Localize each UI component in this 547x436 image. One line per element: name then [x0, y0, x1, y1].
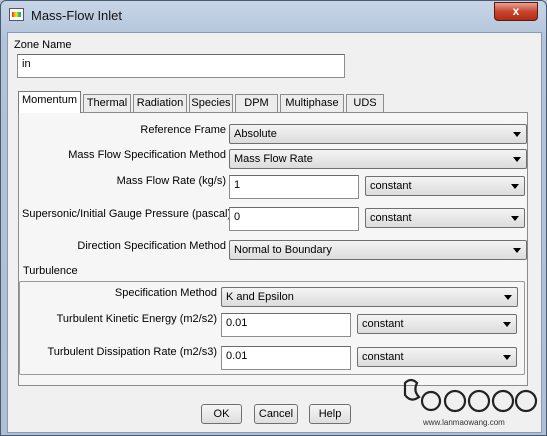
tab-uds[interactable]: UDS: [346, 94, 384, 112]
turbulence-spec-method-value: K and Epsilon: [226, 291, 294, 303]
mass-flow-spec-label: Mass Flow Specification Method: [68, 149, 226, 161]
chevron-down-icon: [503, 355, 511, 360]
reference-frame-value: Absolute: [234, 128, 277, 140]
dissipation-rate-input[interactable]: 0.01: [221, 346, 351, 370]
tab-radiation[interactable]: Radiation: [133, 94, 187, 112]
dissipation-rate-label: Turbulent Dissipation Rate (m2/s3): [47, 346, 217, 358]
reference-frame-label: Reference Frame: [140, 124, 226, 136]
tab-momentum[interactable]: Momentum: [18, 91, 81, 113]
tab-species[interactable]: Species: [189, 94, 233, 112]
fluent-app-icon: [9, 8, 24, 21]
close-button[interactable]: x: [494, 2, 538, 21]
mass-flow-rate-profile-select[interactable]: constant: [365, 176, 525, 196]
kinetic-energy-input[interactable]: 0.01: [221, 313, 351, 337]
chevron-down-icon: [511, 184, 519, 189]
direction-spec-select[interactable]: Normal to Boundary: [229, 240, 527, 260]
direction-spec-label: Direction Specification Method: [77, 240, 226, 252]
tab-multiphase[interactable]: Multiphase: [280, 94, 344, 112]
mass-flow-spec-select[interactable]: Mass Flow Rate: [229, 149, 527, 169]
turbulence-spec-method-select[interactable]: K and Epsilon: [221, 287, 518, 307]
chevron-down-icon: [513, 132, 521, 137]
turbulence-spec-method-label: Specification Method: [114, 287, 217, 299]
reference-frame-select[interactable]: Absolute: [229, 124, 527, 144]
watermark-url: www.lanmaowang.com: [422, 418, 505, 427]
chevron-down-icon: [511, 216, 519, 221]
mass-flow-rate-input[interactable]: 1: [229, 175, 359, 199]
close-icon: x: [512, 4, 520, 18]
mass-flow-spec-value: Mass Flow Rate: [234, 153, 313, 165]
watermark: www.lanmaowang.com: [391, 373, 541, 428]
help-button[interactable]: Help: [309, 404, 351, 424]
chevron-down-icon: [513, 248, 521, 253]
gauge-pressure-profile-select[interactable]: constant: [365, 208, 525, 228]
gauge-pressure-profile-value: constant: [370, 212, 412, 224]
title-bar[interactable]: Mass-Flow Inlet x: [1, 1, 546, 31]
gauge-pressure-input[interactable]: 0: [229, 207, 359, 231]
tab-thermal[interactable]: Thermal: [83, 94, 131, 112]
tab-dpm[interactable]: DPM: [235, 94, 278, 112]
direction-spec-value: Normal to Boundary: [234, 244, 332, 256]
zone-name-input[interactable]: in: [17, 54, 345, 78]
chevron-down-icon: [504, 295, 512, 300]
gauge-pressure-label: Supersonic/Initial Gauge Pressure (pasca…: [22, 208, 232, 220]
window-title: Mass-Flow Inlet: [31, 8, 123, 23]
dissipation-rate-profile-value: constant: [362, 351, 404, 363]
mass-flow-rate-profile-value: constant: [370, 180, 412, 192]
mass-flow-rate-label: Mass Flow Rate (kg/s): [116, 175, 226, 187]
watermark-logo-icon: www.lanmaowang.com: [403, 378, 538, 427]
mass-flow-inlet-window: Mass-Flow Inlet x Zone Name in Momentum …: [0, 0, 547, 436]
ok-button[interactable]: OK: [201, 404, 242, 424]
chevron-down-icon: [503, 322, 511, 327]
kinetic-energy-profile-value: constant: [362, 318, 404, 330]
turbulence-title: Turbulence: [23, 265, 78, 277]
chevron-down-icon: [513, 157, 521, 162]
dissipation-rate-profile-select[interactable]: constant: [357, 347, 517, 367]
kinetic-energy-profile-select[interactable]: constant: [357, 314, 517, 334]
zone-name-label: Zone Name: [14, 39, 72, 51]
cancel-button[interactable]: Cancel: [254, 404, 298, 424]
kinetic-energy-label: Turbulent Kinetic Energy (m2/s2): [56, 313, 217, 325]
